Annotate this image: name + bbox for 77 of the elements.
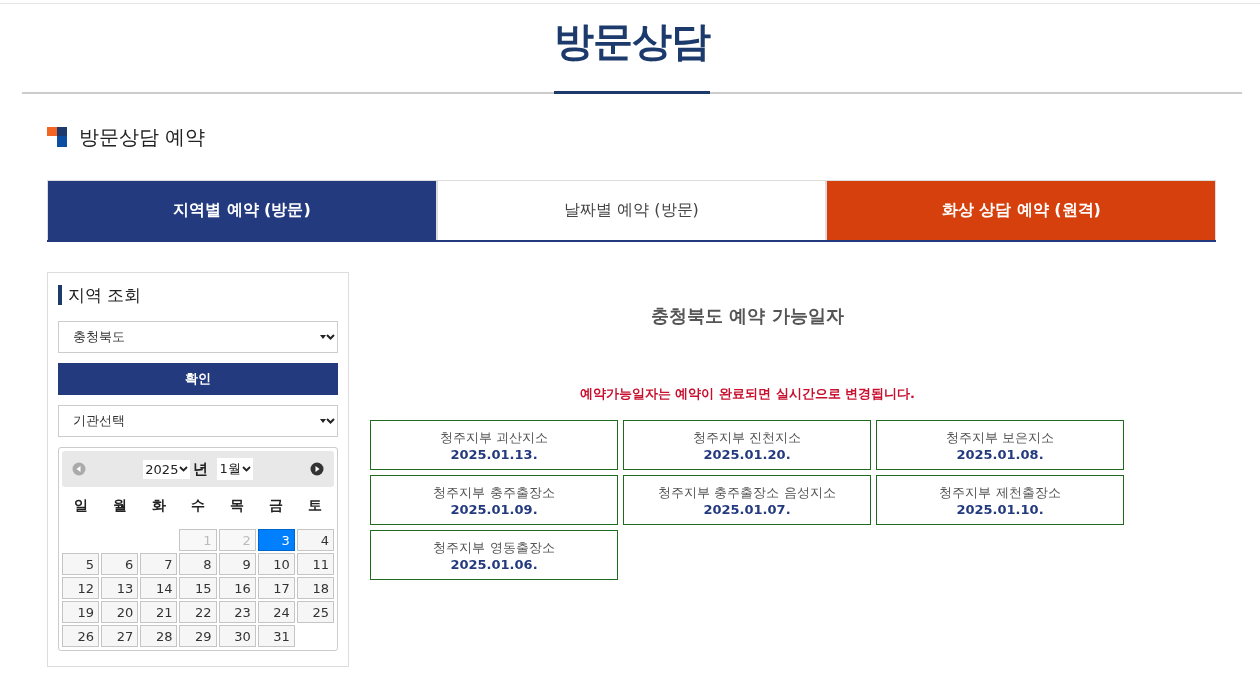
calendar-day[interactable]: 18: [296, 577, 334, 599]
calendar-day[interactable]: 14: [140, 577, 178, 599]
office-card[interactable]: 청주지부 진천지소 2025.01.20.: [623, 420, 871, 470]
calendar-day[interactable]: 6: [101, 553, 139, 575]
office-card[interactable]: 청주지부 충주출장소 2025.01.09.: [370, 475, 618, 525]
available-date: 2025.01.08.: [956, 446, 1044, 462]
calendar-day[interactable]: 22: [179, 601, 217, 623]
section-icon: [47, 127, 67, 147]
results-title: 충청북도 예약 가능일자: [651, 304, 844, 328]
year-select[interactable]: 2025: [143, 459, 191, 479]
office-name: 청주지부 제천출장소: [939, 483, 1061, 502]
caret-icon: [241, 466, 251, 472]
available-date: 2025.01.09.: [450, 501, 538, 517]
available-date: 2025.01.13.: [450, 446, 538, 462]
office-name: 청주지부 영동출장소: [433, 538, 555, 557]
office-card[interactable]: 청주지부 충주출장소 음성지소 2025.01.07.: [623, 475, 871, 525]
calendar-day[interactable]: 23: [218, 601, 256, 623]
month-select[interactable]: 1월: [217, 458, 253, 480]
office-card[interactable]: 청주지부 보은지소 2025.01.08.: [876, 420, 1124, 470]
weekday-label: 토: [307, 496, 324, 515]
panel-title: 지역 조회: [58, 285, 338, 305]
notice-text: 예약가능일자는 예약이 완료되면 실시간으로 변경됩니다.: [579, 385, 915, 403]
calendar-day[interactable]: 17: [257, 577, 295, 599]
calendar-day[interactable]: 19: [62, 601, 100, 623]
confirm-button[interactable]: 확인: [58, 363, 338, 395]
office-name: 청주지부 충주출장소 음성지소: [658, 483, 836, 502]
calendar-day[interactable]: 8: [179, 553, 217, 575]
calendar-day[interactable]: 25: [296, 601, 334, 623]
tab[interactable]: 지역별 예약 (방문): [47, 180, 437, 240]
calendar-day[interactable]: 4: [296, 529, 334, 551]
calendar-day[interactable]: 16: [218, 577, 256, 599]
calendar-day[interactable]: 31: [257, 625, 295, 647]
calendar-day[interactable]: 29: [179, 625, 217, 647]
calendar-day[interactable]: 28: [140, 625, 178, 647]
available-date: 2025.01.06.: [450, 556, 538, 572]
office-name: 청주지부 괴산지소: [439, 428, 549, 447]
available-date: 2025.01.20.: [703, 446, 791, 462]
calendar-day[interactable]: 10: [257, 553, 295, 575]
calendar-day[interactable]: 3: [257, 529, 295, 551]
page-title: 방문상담: [554, 14, 710, 94]
calendar-day[interactable]: 24: [257, 601, 295, 623]
calendar-day[interactable]: 11: [296, 553, 334, 575]
caret-icon: [319, 332, 335, 342]
weekday-label: 일: [72, 496, 89, 515]
year-label: 년: [193, 459, 209, 479]
next-icon[interactable]: [310, 462, 324, 476]
weekday-label: 화: [150, 496, 167, 515]
calendar-day[interactable]: 13: [101, 577, 139, 599]
calendar-day[interactable]: 30: [218, 625, 256, 647]
calendar-day[interactable]: 12: [62, 577, 100, 599]
calendar-day[interactable]: 21: [140, 601, 178, 623]
available-date: 2025.01.07.: [703, 501, 791, 517]
calendar-day[interactable]: 26: [62, 625, 100, 647]
office-card[interactable]: 청주지부 괴산지소 2025.01.13.: [370, 420, 618, 470]
calendar-day[interactable]: 20: [101, 601, 139, 623]
caret-icon: [179, 466, 189, 472]
available-date: 2025.01.10.: [956, 501, 1044, 517]
calendar-day[interactable]: 27: [101, 625, 139, 647]
weekday-label: 수: [190, 496, 206, 515]
calendar-day[interactable]: 15: [179, 577, 217, 599]
section-title: 방문상담 예약: [79, 123, 206, 151]
office-name: 청주지부 보은지소: [945, 428, 1055, 447]
weekday-label: 월: [111, 496, 128, 515]
calendar-day[interactable]: 7: [140, 553, 178, 575]
calendar-day[interactable]: 9: [218, 553, 256, 575]
office-card[interactable]: 청주지부 영동출장소 2025.01.06.: [370, 530, 618, 580]
region-select[interactable]: 충청북도: [58, 321, 338, 353]
calendar-day[interactable]: 5: [62, 553, 100, 575]
weekday-label: 금: [268, 496, 285, 515]
office-card[interactable]: 청주지부 제천출장소 2025.01.10.: [876, 475, 1124, 525]
office-name: 청주지부 충주출장소: [433, 483, 555, 502]
caret-icon: [319, 416, 335, 426]
tab[interactable]: 화상 상담 예약 (원격): [826, 180, 1216, 240]
weekday-label: 목: [229, 496, 246, 515]
tab[interactable]: 날짜별 예약 (방문): [436, 180, 827, 240]
office-name: 청주지부 진천지소: [692, 428, 802, 447]
agency-select[interactable]: 기관선택: [58, 405, 338, 437]
